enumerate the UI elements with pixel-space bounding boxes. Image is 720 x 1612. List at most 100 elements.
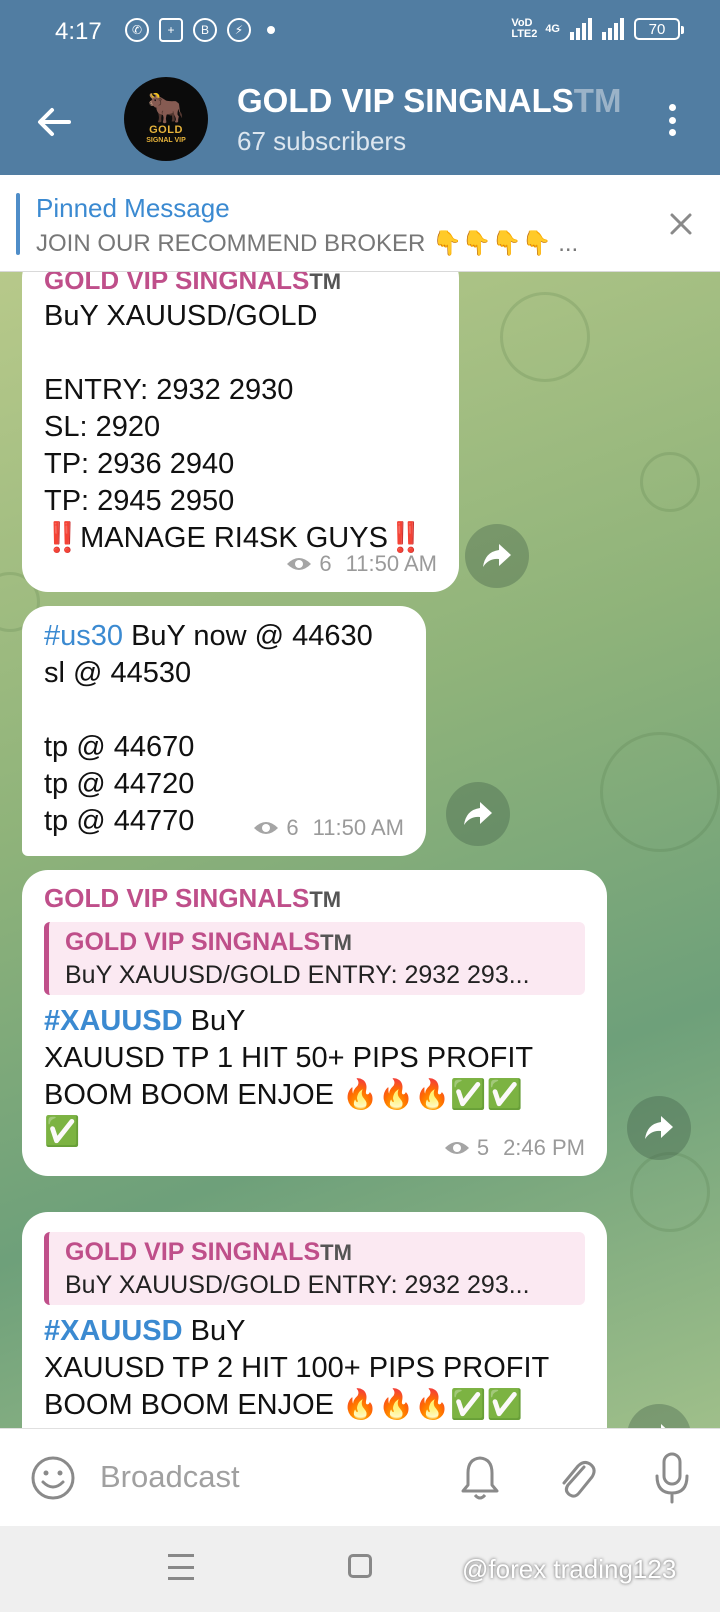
hashtag-link[interactable]: #us30 <box>44 620 123 652</box>
message-line: #XAUUSD BuY <box>44 1313 585 1350</box>
message-bubble[interactable]: #us30 BuY now @ 44630 sl @ 44530 tp @ 44… <box>22 606 426 856</box>
message-meta: 6 11:50 AM <box>285 545 437 582</box>
forward-button[interactable] <box>627 1404 691 1428</box>
more-dot-icon <box>668 116 676 124</box>
attach-icon[interactable] <box>554 1453 598 1503</box>
more-options-button[interactable] <box>660 100 684 140</box>
reply-sender-tm: TM <box>320 930 352 955</box>
app-header: 4:17 ✆ + B ⚡ VoD LTE2 4G 70 🐂 GOLD SIGNA… <box>0 0 720 175</box>
status-time: 4:17 <box>55 18 102 45</box>
forward-button[interactable] <box>465 524 529 588</box>
forward-button[interactable] <box>446 782 510 846</box>
channel-title-tm: TM <box>573 82 620 119</box>
reply-sender-name: GOLD VIP SINGNALS <box>65 928 321 956</box>
message-line: #XAUUSD BuY <box>44 1003 585 1040</box>
business-icon: B <box>193 18 217 42</box>
message-text: BuY now @ 44630 <box>123 620 373 652</box>
views-eye-icon <box>444 1141 469 1154</box>
sender-name: GOLD VIP SINGNALS <box>44 883 310 913</box>
message-time: 2:46 PM <box>503 1135 585 1160</box>
bull-logo-icon: 🐂 <box>147 91 185 125</box>
recent-apps-button[interactable] <box>168 1554 194 1580</box>
watermark-text: @forex trading123 <box>462 1554 677 1584</box>
background-doodle <box>640 452 700 512</box>
message-meta: 6 11:50 AM <box>252 809 404 846</box>
views-eye-icon <box>254 821 279 834</box>
message-line: tp @ 44670 <box>44 731 195 763</box>
bell-icon[interactable] <box>458 1453 502 1503</box>
forward-button[interactable] <box>627 1096 691 1160</box>
channel-title-text: GOLD VIP SINGNALS <box>237 82 574 119</box>
view-count: 6 <box>286 815 299 840</box>
reply-quote[interactable]: GOLD VIP SINGNALSTM BuY XAUUSD/GOLD ENTR… <box>44 922 585 995</box>
reply-sender-name: GOLD VIP SINGNALS <box>65 1238 321 1266</box>
more-dot-icon <box>668 129 676 136</box>
avatar-label-signal: SIGNAL VIP <box>146 136 186 144</box>
home-button[interactable] <box>348 1554 372 1578</box>
battery-level: 70 <box>648 20 666 38</box>
background-doodle <box>600 732 720 852</box>
message-text: BuY <box>182 1315 246 1347</box>
message-line: BOOM BOOM ENJOE 🔥🔥🔥✅✅ <box>44 1389 523 1421</box>
chat-area[interactable]: GOLD VIP SINGNALSTM BuY XAUUSD/GOLD ENTR… <box>0 272 720 1428</box>
broadcast-input[interactable]: Broadcast <box>100 1459 240 1495</box>
sender-name: GOLD VIP SINGNALS <box>44 272 310 295</box>
forward-arrow-icon <box>645 1116 673 1139</box>
more-notifications-icon <box>267 26 275 34</box>
background-doodle <box>500 292 590 382</box>
whatsapp-icon: ✆ <box>125 18 149 42</box>
reply-sender-tm: TM <box>320 1240 352 1265</box>
menu-line <box>168 1577 194 1580</box>
reply-sender: GOLD VIP SINGNALSTM <box>65 926 569 959</box>
network-type-label: 4G <box>545 23 560 35</box>
background-doodle <box>630 1152 710 1232</box>
emoji-icon[interactable] <box>30 1455 76 1501</box>
reply-sender: GOLD VIP SINGNALSTM <box>65 1236 569 1269</box>
menu-line <box>168 1565 194 1569</box>
views-eye-icon <box>287 557 312 570</box>
message-time: 11:50 AM <box>312 815 404 840</box>
back-button[interactable] <box>30 98 78 146</box>
signal-1-icon <box>570 18 592 40</box>
sender-tm: TM <box>309 272 342 294</box>
broadcast-bar: Broadcast <box>0 1428 720 1526</box>
avatar-label-gold: GOLD <box>149 123 183 136</box>
message-line: #us30 BuY now @ 44630 <box>44 618 404 655</box>
message-line <box>44 335 437 372</box>
message-bubble[interactable]: GOLD VIP SINGNALSTM BuY XAUUSD/GOLD ENTR… <box>22 1212 607 1428</box>
message-line: SL: 2920 <box>44 411 161 443</box>
reply-text: BuY XAUUSD/GOLD ENTRY: 2932 293... <box>65 961 530 989</box>
forward-arrow-icon <box>483 544 511 567</box>
message-sender: GOLD VIP SINGNALSTM <box>44 272 437 298</box>
message-bubble[interactable]: GOLD VIP SINGNALSTM GOLD VIP SINGNALSTM … <box>22 870 607 1176</box>
close-pinned-icon[interactable] <box>664 207 698 241</box>
more-dot-icon <box>668 104 676 111</box>
message-line: XAUUSD TP 2 HIT 100+ PIPS PROFIT <box>44 1352 550 1384</box>
menu-line <box>168 1554 194 1557</box>
volte-label: VoD LTE2 <box>511 17 538 40</box>
microphone-icon[interactable] <box>652 1451 692 1505</box>
back-arrow-icon <box>38 108 71 136</box>
signal-2-icon <box>602 18 624 40</box>
message-line: sl @ 44530 <box>44 657 192 689</box>
message-sender: GOLD VIP SINGNALSTM <box>44 882 585 916</box>
reply-quote[interactable]: GOLD VIP SINGNALSTM BuY XAUUSD/GOLD ENTR… <box>44 1232 585 1305</box>
system-nav-bar: @forex trading123 <box>0 1526 720 1612</box>
sender-tm: TM <box>309 887 342 912</box>
hashtag-link[interactable]: #XAUUSD <box>44 1005 183 1037</box>
pinned-message[interactable]: Pinned Message JOIN OUR RECOMMEND BROKER… <box>0 175 720 272</box>
pinned-title: Pinned Message <box>36 193 230 223</box>
status-bar: 4:17 ✆ + B ⚡ VoD LTE2 4G 70 <box>0 0 720 66</box>
forward-arrow-icon <box>464 802 492 825</box>
messenger-icon: ⚡ <box>227 18 251 42</box>
view-count: 5 <box>476 1135 490 1160</box>
message-time: 11:50 AM <box>345 551 437 576</box>
hashtag-link[interactable]: #XAUUSD <box>44 1315 183 1347</box>
message-bubble[interactable]: GOLD VIP SINGNALSTM BuY XAUUSD/GOLD ENTR… <box>22 272 459 592</box>
status-right: VoD LTE2 4G 70 <box>511 17 684 40</box>
channel-title[interactable]: GOLD VIP SINGNALSTM <box>237 82 620 120</box>
message-line: TP: 2945 2950 <box>44 485 235 517</box>
view-count: 6 <box>319 551 332 576</box>
channel-avatar[interactable]: 🐂 GOLD SIGNAL VIP <box>124 77 208 161</box>
message-line: BOOM BOOM ENJOE 🔥🔥🔥✅✅ <box>44 1079 523 1111</box>
